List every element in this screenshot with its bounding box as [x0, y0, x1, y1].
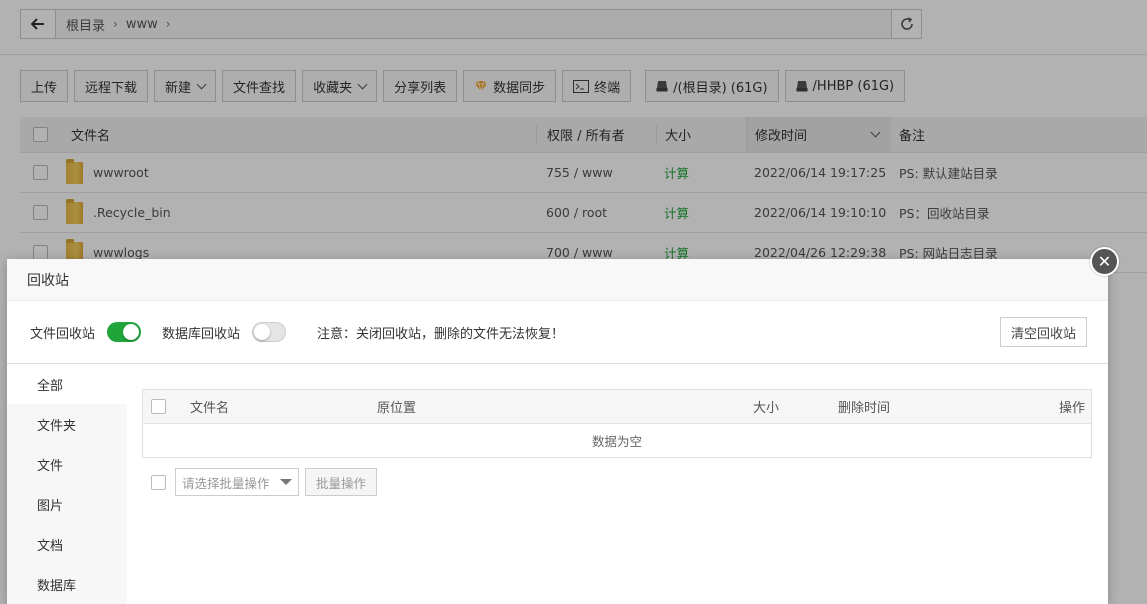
select-all-checkbox[interactable]	[151, 399, 166, 414]
toggle-knob	[254, 324, 271, 340]
db-recycle-toggle[interactable]	[252, 322, 287, 342]
batch-select-placeholder: 请选择批量操作	[182, 475, 270, 491]
header-actions: 操作	[1058, 401, 1085, 416]
recycle-bin-dialog: 回收站 文件回收站 数据库回收站 注意：关闭回收站，删除的文件无法恢复！ 清空回…	[7, 259, 1108, 604]
batch-select[interactable]: 请选择批量操作	[175, 468, 299, 496]
header-size: 大小	[753, 401, 780, 416]
category-folders[interactable]: 文件夹	[7, 404, 127, 444]
recycle-options: 文件回收站 数据库回收站 注意：关闭回收站，删除的文件无法恢复！ 清空回收站	[7, 301, 1108, 364]
triangle-down-icon	[280, 479, 292, 485]
header-location: 原位置	[377, 401, 417, 416]
category-sidebar: 全部 文件夹 文件 图片 文档 数据库	[7, 364, 127, 604]
recycle-table-header: 文件名 原位置 大小 删除时间 操作	[143, 390, 1091, 424]
category-databases[interactable]: 数据库	[7, 564, 127, 604]
category-files[interactable]: 文件	[7, 444, 127, 484]
close-icon[interactable]: ✕	[1090, 247, 1119, 276]
clear-recycle-bin-button[interactable]: 清空回收站	[999, 317, 1087, 347]
category-documents[interactable]: 文档	[7, 524, 127, 564]
header-deleted-at: 删除时间	[838, 401, 891, 416]
category-images[interactable]: 图片	[7, 484, 127, 524]
batch-action-button[interactable]: 批量操作	[305, 468, 378, 496]
batch-bar: 请选择批量操作 批量操作	[151, 468, 378, 496]
header-name: 文件名	[190, 401, 230, 416]
recycle-table: 文件名 原位置 大小 删除时间 操作 数据为空	[142, 389, 1092, 458]
empty-state: 数据为空	[591, 434, 642, 449]
batch-checkbox[interactable]	[151, 474, 166, 490]
recycle-notice: 注意：关闭回收站，删除的文件无法恢复！	[317, 326, 565, 342]
file-recycle-toggle[interactable]	[107, 322, 142, 342]
toggle-knob	[123, 324, 140, 340]
file-recycle-label: 文件回收站	[30, 326, 96, 342]
category-all[interactable]: 全部	[7, 364, 127, 404]
dialog-title: 回收站	[7, 259, 1108, 301]
db-recycle-label: 数据库回收站	[162, 326, 241, 342]
